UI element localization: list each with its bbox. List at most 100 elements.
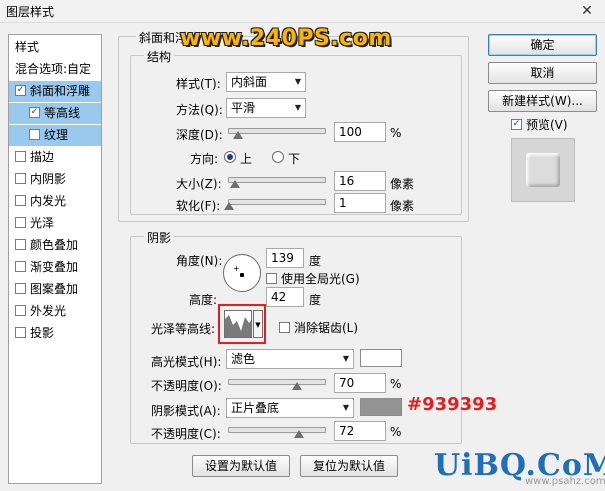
depth-input[interactable]: 100: [334, 122, 386, 142]
cancel-button[interactable]: 取消: [488, 62, 597, 84]
angle-input[interactable]: 139: [266, 248, 304, 268]
soften-input[interactable]: 1: [334, 193, 386, 213]
contour-preview: [224, 310, 252, 338]
style-list-checkbox[interactable]: [15, 217, 26, 228]
crosshair-icon: +: [233, 264, 240, 273]
soften-label: 软化(F):: [176, 199, 221, 213]
size-slider-track[interactable]: [228, 177, 326, 183]
shadow-mode-value: 正片叠底: [231, 401, 280, 415]
style-list-item[interactable]: 颜色叠加: [9, 235, 101, 256]
style-list-item[interactable]: 纹理: [9, 125, 101, 146]
size-slider-thumb[interactable]: [229, 180, 240, 188]
style-list-checkbox[interactable]: [29, 107, 40, 118]
anti-alias-row[interactable]: 消除锯齿(L): [279, 319, 358, 336]
style-list-label: 斜面和浮雕: [30, 84, 91, 98]
shadow-opacity-label: 不透明度(C):: [151, 427, 221, 441]
ok-button[interactable]: 确定: [488, 34, 597, 56]
style-list-item[interactable]: 等高线: [9, 103, 101, 124]
chevron-down-icon: ▼: [342, 403, 349, 412]
style-list-item[interactable]: 渐变叠加: [9, 257, 101, 278]
style-list-label: 内阴影: [30, 172, 67, 186]
technique-select[interactable]: 平滑 ▼: [226, 98, 306, 118]
preview-row[interactable]: 预览(V): [511, 116, 568, 133]
shadow-color-swatch[interactable]: [360, 398, 402, 416]
style-list-item[interactable]: 图案叠加: [9, 279, 101, 300]
preview-checkbox[interactable]: [511, 119, 522, 130]
style-list-label: 等高线: [44, 106, 81, 120]
reset-default-button[interactable]: 复位为默认值: [300, 455, 398, 477]
style-list-item[interactable]: 混合选项:自定: [9, 59, 101, 80]
style-list-item[interactable]: 投影: [9, 323, 101, 344]
direction-up-label: 上: [240, 152, 253, 166]
style-list-checkbox[interactable]: [15, 327, 26, 338]
style-list-label: 内发光: [30, 194, 67, 208]
size-input[interactable]: 16: [334, 171, 386, 191]
style-list-checkbox[interactable]: [29, 129, 40, 140]
shadow-opacity-thumb[interactable]: [293, 430, 304, 438]
style-list-label: 描边: [30, 150, 55, 164]
structure-title: 结构: [144, 48, 175, 65]
shadow-opacity-percent: %: [390, 425, 402, 439]
global-light-row[interactable]: 使用全局光(G): [266, 270, 360, 287]
style-list-checkbox[interactable]: [15, 261, 26, 272]
angle-unit: 度: [309, 254, 322, 268]
style-list-label: 纹理: [44, 128, 69, 142]
style-list-checkbox[interactable]: [15, 151, 26, 162]
altitude-input[interactable]: 42: [266, 287, 304, 307]
shadow-mode-label: 阴影模式(A):: [151, 404, 221, 418]
site-watermark: www.240PS.com: [180, 26, 392, 51]
style-list-checkbox[interactable]: [15, 85, 26, 96]
gloss-contour-picker[interactable]: ▼: [224, 310, 264, 338]
style-list-checkbox[interactable]: [15, 239, 26, 250]
chevron-down-icon: ▼: [294, 77, 301, 86]
style-list-item[interactable]: 内阴影: [9, 169, 101, 190]
shadow-opacity-input[interactable]: 72: [334, 421, 386, 441]
chevron-down-icon[interactable]: ▼: [253, 310, 263, 338]
style-list-item[interactable]: 描边: [9, 147, 101, 168]
highlight-opacity-percent: %: [390, 377, 402, 391]
highlight-mode-value: 滤色: [231, 352, 256, 366]
direction-up-radio[interactable]: [224, 151, 236, 163]
soften-slider-thumb[interactable]: [223, 202, 234, 210]
shadow-opacity-track[interactable]: [228, 427, 326, 433]
style-list-item[interactable]: 外发光: [9, 301, 101, 322]
make-default-button[interactable]: 设置为默认值: [192, 455, 290, 477]
direction-down-radio[interactable]: [272, 151, 284, 163]
style-list-item[interactable]: 光泽: [9, 213, 101, 234]
technique-label: 方法(Q):: [176, 103, 223, 117]
technique-select-value: 平滑: [231, 101, 256, 115]
style-list-item[interactable]: 内发光: [9, 191, 101, 212]
style-list-item[interactable]: 样式: [9, 37, 101, 58]
style-list-label: 外发光: [30, 304, 67, 318]
style-select[interactable]: 内斜面 ▼: [226, 72, 306, 92]
altitude-label: 高度:: [189, 293, 218, 307]
style-list-label: 投影: [30, 326, 55, 340]
highlight-mode-label: 高光模式(H):: [151, 355, 222, 369]
highlight-opacity-thumb[interactable]: [291, 382, 302, 390]
contour-curve-icon: [225, 315, 251, 337]
chevron-down-icon: ▼: [294, 103, 301, 112]
close-icon[interactable]: ✕: [576, 2, 598, 20]
shading-title: 阴影: [144, 229, 175, 246]
highlight-opacity-input[interactable]: 70: [334, 373, 386, 393]
preview-bevel-shape: [526, 153, 560, 187]
new-style-button[interactable]: 新建样式(W)...: [488, 90, 597, 112]
angle-label: 角度(N):: [176, 254, 223, 268]
style-list-checkbox[interactable]: [15, 195, 26, 206]
angle-dial[interactable]: +: [223, 254, 261, 292]
depth-slider-thumb[interactable]: [232, 131, 243, 139]
global-light-label: 使用全局光(G): [281, 272, 360, 286]
style-list-checkbox[interactable]: [15, 173, 26, 184]
altitude-unit: 度: [309, 293, 322, 307]
soften-slider-track[interactable]: [228, 199, 326, 205]
brand-url: www.psahz.com: [525, 476, 605, 487]
style-list-item[interactable]: 斜面和浮雕: [9, 81, 101, 102]
highlight-opacity-track[interactable]: [228, 379, 326, 385]
global-light-checkbox[interactable]: [266, 273, 277, 284]
anti-alias-checkbox[interactable]: [279, 322, 290, 333]
shadow-mode-select[interactable]: 正片叠底 ▼: [226, 398, 354, 418]
style-list-checkbox[interactable]: [15, 283, 26, 294]
style-list-checkbox[interactable]: [15, 305, 26, 316]
highlight-mode-select[interactable]: 滤色 ▼: [226, 349, 354, 369]
highlight-color-swatch[interactable]: [360, 349, 402, 367]
